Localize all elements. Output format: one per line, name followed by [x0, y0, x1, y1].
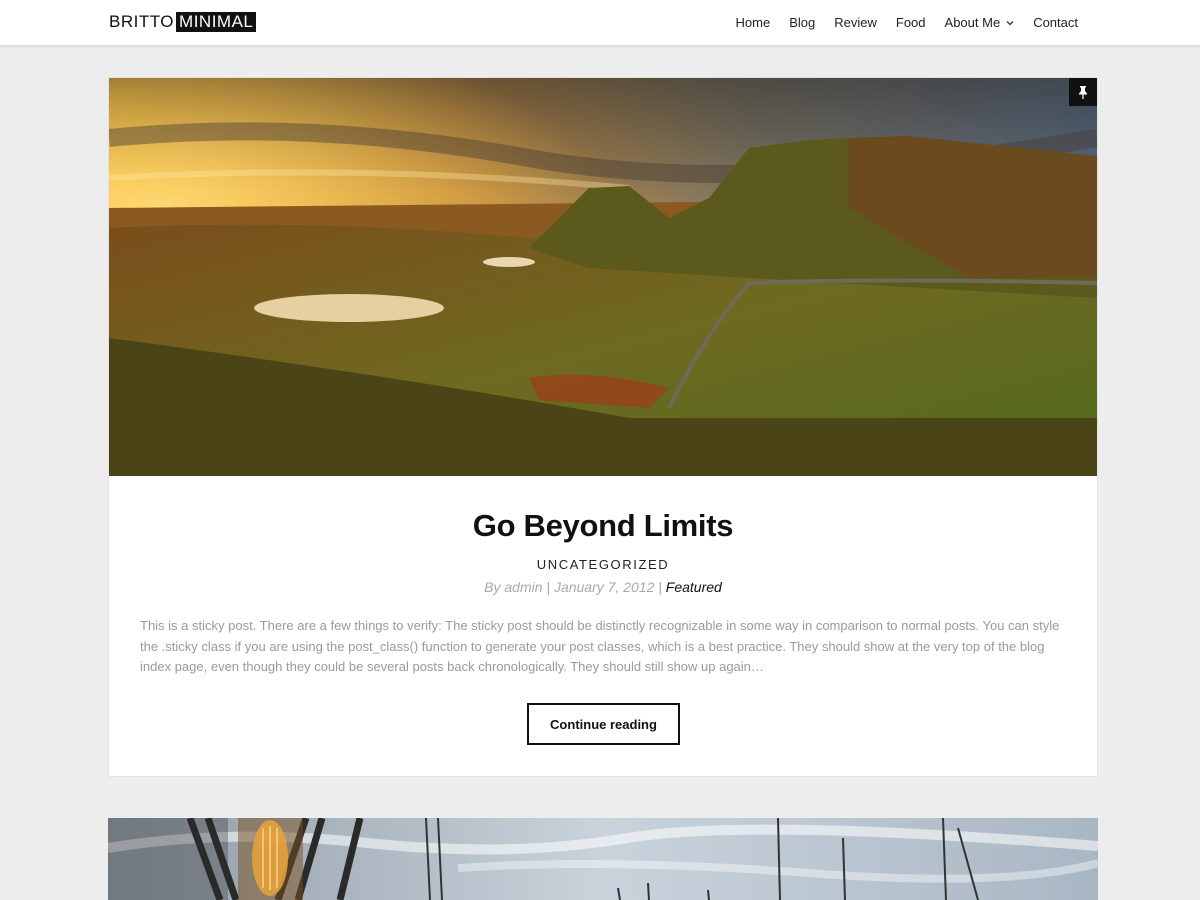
post-meta: By admin | January 7, 2012 | Featured	[109, 579, 1097, 595]
meta-separator: |	[542, 579, 554, 595]
nav-item-food[interactable]: Food	[896, 15, 926, 30]
post-date[interactable]: January 7, 2012	[554, 579, 654, 595]
nav-item-contact[interactable]: Contact	[1033, 15, 1078, 30]
meta-separator: |	[654, 579, 666, 595]
main-nav: Home Blog Review Food About Me Contact	[717, 0, 1078, 45]
post-featured-image[interactable]	[109, 78, 1097, 476]
post-card: Go Beyond Limits UNCATEGORIZED By admin …	[108, 77, 1098, 777]
chevron-down-icon	[1006, 18, 1014, 28]
nav-item-blog[interactable]: Blog	[789, 15, 815, 30]
post-tag-featured[interactable]: Featured	[666, 579, 722, 595]
continue-reading-button[interactable]: Continue reading	[527, 703, 680, 745]
logo-text-minimal: MINIMAL	[176, 12, 257, 32]
next-post-image[interactable]	[108, 818, 1098, 900]
harbor-lamp-photo	[108, 818, 1098, 900]
pin-icon	[1069, 78, 1097, 106]
logo-text-britto: BRITTO	[109, 12, 175, 31]
nav-item-home[interactable]: Home	[736, 15, 771, 30]
nav-item-about-me-label: About Me	[944, 15, 1001, 30]
nav-item-about-me[interactable]: About Me	[945, 15, 1015, 30]
post-author[interactable]: By admin	[484, 579, 542, 595]
post-title[interactable]: Go Beyond Limits	[109, 508, 1097, 544]
landscape-photo	[109, 78, 1097, 476]
post-category[interactable]: UNCATEGORIZED	[109, 557, 1097, 572]
post-excerpt: This is a sticky post. There are a few t…	[140, 618, 1060, 674]
nav-item-review[interactable]: Review	[834, 15, 877, 30]
site-header: BRITTO MINIMAL Home Blog Review Food Abo…	[0, 0, 1200, 45]
site-logo[interactable]: BRITTO MINIMAL	[109, 12, 257, 32]
